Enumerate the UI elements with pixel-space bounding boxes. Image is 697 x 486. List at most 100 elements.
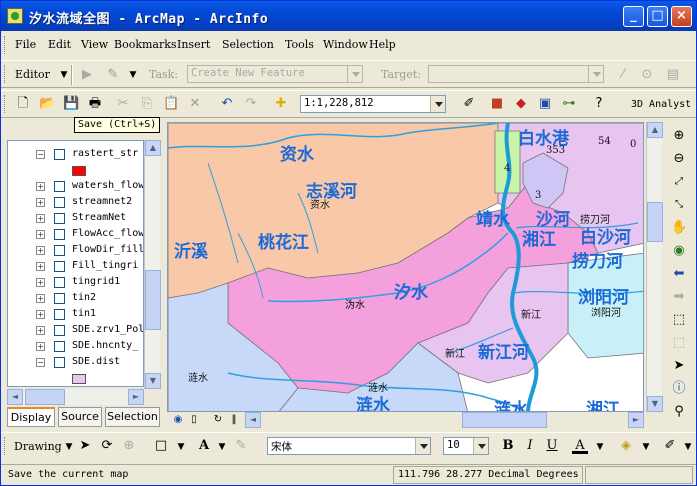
delete-icon[interactable]: ✕ (187, 96, 203, 112)
font-size-dropdown[interactable]: 10 (443, 437, 489, 455)
fixed-zoom-in-icon[interactable]: ⤢ (671, 174, 687, 190)
map-scroll-left-icon[interactable]: ◄ (245, 412, 261, 428)
menu-edit[interactable]: Edit (48, 38, 71, 51)
editor-menu-button[interactable]: Editor (15, 68, 50, 81)
redo-icon[interactable]: ↷ (243, 96, 259, 112)
map-scroll-thumb[interactable] (647, 202, 663, 242)
sketch-tool-icon[interactable]: ✎ (105, 67, 121, 83)
layer-visibility-checkbox[interactable] (54, 341, 65, 352)
layer-visibility-checkbox[interactable] (54, 197, 65, 208)
clear-selection-icon[interactable]: ⬚ (671, 335, 687, 351)
expand-icon[interactable]: + (36, 294, 45, 303)
scroll-thumb[interactable] (145, 270, 161, 330)
bold-icon[interactable]: B (500, 438, 516, 454)
arctoolbox-red-icon[interactable]: ■ (489, 96, 505, 112)
drawing-menu-button[interactable]: Drawing (14, 440, 62, 453)
expand-icon[interactable]: + (36, 230, 45, 239)
back-arrow-icon[interactable]: ⬅ (671, 266, 687, 282)
toc-layer-item[interactable]: + watersh_flow (8, 179, 143, 195)
split-tool-icon[interactable]: ⁄ (615, 67, 631, 83)
layer-visibility-checkbox[interactable] (54, 357, 65, 368)
layer-visibility-checkbox[interactable] (54, 325, 65, 336)
italic-icon[interactable]: I (522, 438, 538, 454)
rotate-icon[interactable]: ⟳ (99, 438, 115, 454)
font-color-dropdown-arrow-icon[interactable]: ▼ (592, 439, 608, 455)
standard-toolbar-grip[interactable] (4, 95, 7, 113)
toc-layer-item[interactable]: + SDE.hncnty_ (8, 339, 143, 355)
refresh-icon[interactable]: ↻ (210, 412, 226, 428)
line-color-icon[interactable]: ✐ (662, 438, 678, 454)
layer-visibility-checkbox[interactable] (54, 309, 65, 320)
fill-color-icon[interactable]: ◈ (618, 438, 634, 454)
layer-visibility-checkbox[interactable] (54, 293, 65, 304)
size-dropdown-arrow-icon[interactable] (473, 438, 488, 454)
map-scroll-up-icon[interactable]: ▲ (647, 122, 663, 138)
copy-icon[interactable]: ⎘ (139, 96, 155, 112)
close-button[interactable]: × (671, 6, 692, 27)
tab-selection[interactable]: Selection (105, 407, 160, 427)
menu-grip[interactable] (4, 36, 7, 54)
maximize-button[interactable]: □ (647, 6, 668, 27)
expand-icon[interactable]: + (36, 326, 45, 335)
expand-icon[interactable]: + (36, 198, 45, 207)
open-folder-icon[interactable]: 📂 (39, 96, 55, 112)
tab-source[interactable]: Source (58, 407, 102, 427)
task-dropdown-arrow-icon[interactable] (347, 66, 362, 82)
identify-info-icon[interactable]: ⓘ (671, 381, 687, 397)
new-document-icon[interactable]: 🗋 (15, 96, 31, 112)
menu-help[interactable]: Help (369, 38, 396, 51)
toc-layer-item[interactable]: − rastert_str (8, 147, 143, 163)
layer-visibility-checkbox[interactable] (54, 261, 65, 272)
collapse-icon[interactable]: − (36, 150, 45, 159)
toc-layer-item[interactable]: + tin2 (8, 291, 143, 307)
line-color-dropdown-arrow-icon[interactable]: ▼ (680, 439, 696, 455)
toc-vertical-scrollbar[interactable]: ▲ ▼ (144, 140, 161, 389)
undo-icon[interactable]: ↶ (219, 96, 235, 112)
text-dropdown-arrow-icon[interactable]: ▼ (214, 439, 230, 455)
sketch-dropdown-arrow-icon[interactable]: ▼ (125, 67, 141, 83)
save-icon[interactable]: 💾 (63, 96, 79, 112)
zoom-whole-page-icon[interactable]: ⊕ (121, 438, 137, 454)
model-builder-icon[interactable]: ⊶ (561, 96, 577, 112)
hscroll-thumb[interactable] (25, 389, 65, 405)
layout-view-page-icon[interactable]: ▯ (186, 412, 202, 428)
expand-icon[interactable]: + (36, 262, 45, 271)
toc-layer-item[interactable]: + tin1 (8, 307, 143, 323)
text-tool-icon[interactable]: A (196, 438, 212, 454)
dropdown-arrow-icon[interactable]: ▼ (56, 67, 72, 83)
map-scroll-right-icon[interactable]: ► (628, 412, 644, 428)
toc-layer-item[interactable]: + FlowAcc_flow (8, 227, 143, 243)
full-extent-globe-icon[interactable]: ◉ (671, 243, 687, 259)
target-dropdown[interactable] (428, 65, 604, 83)
cut-icon[interactable]: ✂ (115, 96, 131, 112)
layer-visibility-checkbox[interactable] (54, 181, 65, 192)
expand-icon[interactable]: + (36, 310, 45, 319)
whats-this-help-icon[interactable]: ? (591, 96, 607, 112)
layer-visibility-checkbox[interactable] (54, 245, 65, 256)
toc-layer-item[interactable]: + streamnet2 (8, 195, 143, 211)
find-binoculars-icon[interactable]: ⚲ (671, 404, 687, 420)
layer-visibility-checkbox[interactable] (54, 277, 65, 288)
toc-horizontal-scrollbar[interactable]: ◄ ► (7, 389, 144, 405)
edit-tool-icon[interactable]: ▶ (79, 67, 95, 83)
font-name-dropdown[interactable]: 宋体 (267, 437, 431, 455)
fixed-zoom-out-icon[interactable]: ⤡ (671, 197, 687, 213)
zoom-out-icon[interactable]: ⊖ (671, 151, 687, 167)
attributes-icon[interactable]: ▤ (665, 67, 681, 83)
3d-analyst-toolbar-label[interactable]: 3D Analyst (631, 99, 691, 110)
editor-toolbar-grip[interactable] (4, 65, 7, 83)
font-color-icon[interactable]: A (572, 438, 588, 454)
target-dropdown-arrow-icon[interactable] (588, 66, 603, 82)
pause-drawing-icon[interactable]: ‖ (226, 412, 242, 428)
zoom-in-icon[interactable]: ⊕ (671, 128, 687, 144)
menu-view[interactable]: View (81, 38, 108, 51)
command-line-icon[interactable]: ▣ (537, 96, 553, 112)
print-icon[interactable]: 🖶 (87, 96, 103, 112)
menu-insert[interactable]: Insert (177, 38, 210, 51)
toc-layer-item[interactable]: + StreamNet (8, 211, 143, 227)
collapse-icon[interactable]: − (36, 358, 45, 367)
layer-visibility-checkbox[interactable] (54, 229, 65, 240)
expand-icon[interactable]: + (36, 214, 45, 223)
pan-hand-icon[interactable]: ✋ (671, 220, 687, 236)
scale-dropdown-arrow-icon[interactable] (430, 96, 445, 112)
